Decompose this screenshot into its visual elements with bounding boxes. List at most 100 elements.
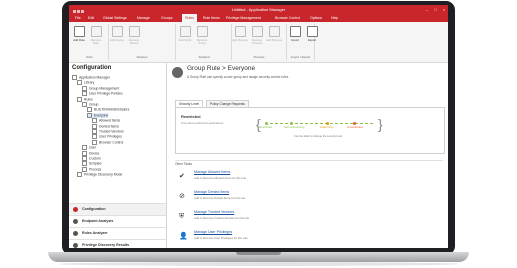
tree-node-icon xyxy=(82,145,87,151)
tree-node-custom[interactable]: Custom xyxy=(82,156,101,161)
add-script-button[interactable]: Add Script xyxy=(177,26,193,42)
tree-node-user-privileges[interactable]: User Privileges xyxy=(92,134,122,140)
add-device-icon xyxy=(111,26,123,37)
tree-node-browser-control[interactable]: Browser Control xyxy=(92,139,123,145)
security-level-slider[interactable]: Restricted Self-Authorizing Audit Only Unre… xyxy=(259,118,379,130)
ribbon-group-import-export: Import Export Import / Export xyxy=(287,24,318,60)
add-device-button[interactable]: Add Device xyxy=(109,26,125,42)
remove-process-label: Remove Process xyxy=(251,38,263,45)
tree-node-builtin-administrators[interactable]: BUILTIN\Administrators xyxy=(87,107,129,113)
import-label: Import xyxy=(291,38,299,42)
tree-node-privilege-discovery-mode[interactable]: Privilege Discovery Mode xyxy=(77,172,122,178)
tab-manage[interactable]: Manage xyxy=(134,14,153,22)
tree-node-label: Group Management xyxy=(89,86,120,91)
export-button[interactable]: Export xyxy=(304,26,320,42)
tree-node-denied-items[interactable]: Denied Items xyxy=(92,123,119,129)
manage-allowed-items-link[interactable]: Manage Allowed Items xyxy=(194,170,230,174)
tree-node-label: User Privileges xyxy=(99,134,122,139)
tree-node-label: Library xyxy=(84,80,95,85)
export-icon xyxy=(306,26,318,37)
tab-rules[interactable]: Rules xyxy=(182,14,197,22)
tree-node-library[interactable]: Library xyxy=(77,80,95,86)
tree-node-application-manager[interactable]: Application Manager xyxy=(72,75,110,80)
remove-device-button[interactable]: Remove Device xyxy=(126,26,142,45)
ribbon-toolbar: Add Rule Remove Rule Rule Add Device Remove … xyxy=(69,22,448,63)
tree-node-label: Allowed Items xyxy=(99,118,121,123)
close-button[interactable]: × xyxy=(443,7,445,12)
tree-node-trusted-vendors[interactable]: Trusted Vendors xyxy=(92,129,124,134)
task-description: Add or Remove Allowed Items for this rul… xyxy=(194,176,247,180)
tab-privilege-management[interactable]: Privilege Management xyxy=(223,14,264,22)
group-icon xyxy=(172,67,183,78)
tree-node-everyone[interactable]: Everyone xyxy=(87,112,109,118)
tree-node-rules[interactable]: Rules xyxy=(77,96,93,102)
remove-script-icon xyxy=(196,26,208,37)
content-header: Group Rule > Everyone A Group Rule can s… xyxy=(167,63,448,91)
remove-script-button[interactable]: Remove Script xyxy=(194,26,210,45)
maximize-button[interactable]: □ xyxy=(434,7,436,12)
minimize-button[interactable]: – xyxy=(426,7,428,12)
nav-section-configuration[interactable]: Configuration xyxy=(69,203,166,215)
manage-user-privileges-link[interactable]: Manage User Privileges xyxy=(194,230,232,234)
nav-section-rules-analyzer[interactable]: Rules Analyzer xyxy=(69,227,166,239)
window-title: Untitled - Application Manager xyxy=(231,7,286,12)
tree-node-allowed-items[interactable]: Allowed Items xyxy=(92,118,121,124)
main-content: Group Rule > Everyone A Group Rule can s… xyxy=(167,63,448,248)
tree-node-icon xyxy=(82,161,87,167)
security-level-description: Only allow authorized applications xyxy=(181,121,224,125)
tree-node-icon xyxy=(77,172,82,178)
tab-help[interactable]: Help xyxy=(328,14,341,22)
tree-node-process[interactable]: Process xyxy=(82,166,101,172)
tree-node-icon xyxy=(92,139,97,145)
task-manage-user-privileges: 👤 Manage User Privileges Add or Remove Use… xyxy=(179,230,419,248)
sidebar-title: Configuration xyxy=(72,65,112,71)
tree-node-group[interactable]: Group xyxy=(82,102,98,107)
nav-section-label: Configuration xyxy=(82,207,106,211)
window-controls: – □ × xyxy=(421,5,445,14)
tab-groups[interactable]: Groups xyxy=(158,14,175,22)
tree-node-scripted[interactable]: Scripted xyxy=(82,161,102,167)
tree-node-icon xyxy=(82,166,87,172)
tab-browser-control[interactable]: Browser Control xyxy=(272,14,303,22)
add-process-button[interactable]: Add Process xyxy=(266,26,282,42)
laptop-shadow xyxy=(58,262,459,266)
ribbon-group-label: Devices xyxy=(136,55,148,59)
slider-note: Use the slider to change the security le… xyxy=(294,135,343,138)
add-script-label: Add Script xyxy=(178,38,192,42)
tab-rule-items[interactable]: Rule Items xyxy=(200,14,223,22)
tree-node-label: Trusted Vendors xyxy=(99,129,124,134)
tree-node-label: Custom xyxy=(89,156,101,161)
tab-file[interactable]: File xyxy=(72,14,84,22)
remove-device-label: Remove Device xyxy=(128,38,140,45)
remove-rule-button[interactable]: Remove Rule xyxy=(88,26,104,45)
add-rule-button[interactable]: Add Rule xyxy=(71,26,87,42)
tab-global-settings[interactable]: Global Settings xyxy=(100,14,130,22)
nav-section-privilege-discovery-results[interactable]: Privilege Discovery Results xyxy=(69,239,166,248)
tree-node-icon xyxy=(92,129,97,134)
tree-node-icon xyxy=(82,150,87,156)
tree-node-icon xyxy=(72,75,77,80)
tree-node-icon xyxy=(92,134,97,140)
tab-options[interactable]: Options xyxy=(307,14,325,22)
add-rule-icon xyxy=(73,26,85,37)
tree-node-icon xyxy=(82,156,87,161)
tree-node-user-privilege-policies[interactable]: User Privilege Policies xyxy=(82,91,123,97)
manage-trusted-vendors-link[interactable]: Manage Trusted Vendors xyxy=(194,210,234,214)
tree-node-icon xyxy=(87,112,92,118)
tree-node-icon xyxy=(82,91,87,97)
add-device-label: Add Device xyxy=(109,38,125,42)
nav-section-endpoint-analysis[interactable]: Endpoint Analysis xyxy=(69,215,166,227)
tree-node-device[interactable]: Device xyxy=(82,150,99,156)
ribbon-group-label: Import / Export xyxy=(290,55,311,59)
tree-node-group-management[interactable]: Group Management xyxy=(82,85,120,91)
remove-process-button[interactable]: Remove Process xyxy=(249,26,265,45)
add-process-button[interactable]: Add Process xyxy=(232,26,248,42)
tree-node-label: Scripted xyxy=(89,161,102,166)
other-tasks-header: Other Tasks xyxy=(175,160,443,166)
ribbon-group-label: Rule xyxy=(86,55,93,59)
tab-edit[interactable]: Edit xyxy=(85,14,97,22)
task-manage-allowed-items: ✔ Manage Allowed Items Add or Remove Allow… xyxy=(179,170,419,190)
import-button[interactable]: Import xyxy=(287,26,303,42)
tree-node-user[interactable]: User xyxy=(82,145,96,151)
manage-denied-items-link[interactable]: Manage Denied Items xyxy=(194,190,229,194)
